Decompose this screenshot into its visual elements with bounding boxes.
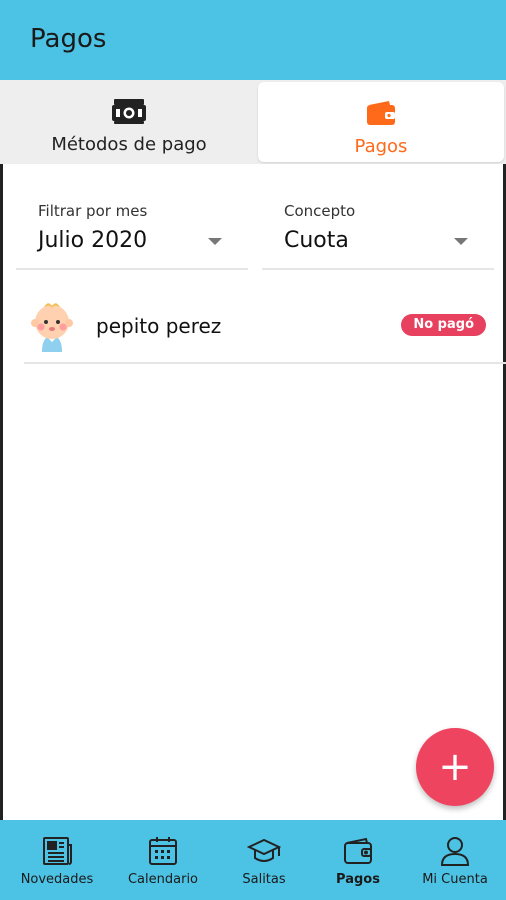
student-name: pepito perez bbox=[96, 314, 222, 338]
concept-filter-select[interactable]: Concepto Cuota bbox=[262, 200, 494, 270]
newspaper-icon bbox=[41, 834, 73, 868]
month-filter-value: Julio 2020 bbox=[38, 228, 148, 253]
wallet-icon bbox=[365, 98, 397, 128]
user-icon bbox=[439, 834, 471, 868]
dropdown-arrow-icon bbox=[208, 238, 222, 245]
month-filter-select[interactable]: Filtrar por mes Julio 2020 bbox=[16, 200, 248, 270]
plus-icon: + bbox=[438, 744, 472, 790]
tab-label: Pagos bbox=[354, 136, 408, 157]
concept-filter-value: Cuota bbox=[284, 228, 349, 253]
app-bar: Pagos bbox=[0, 0, 506, 80]
graduation-cap-icon bbox=[247, 834, 281, 868]
calendar-icon bbox=[147, 834, 179, 868]
bottom-navigation: Novedades Calendario Salitas Pagos Mi Cu… bbox=[0, 820, 506, 900]
tab-label: Métodos de pago bbox=[51, 134, 207, 155]
tab-metodos-de-pago[interactable]: Métodos de pago bbox=[4, 80, 254, 162]
nav-item-mi-cuenta[interactable]: Mi Cuenta bbox=[404, 820, 506, 900]
concept-filter-label: Concepto bbox=[284, 202, 356, 220]
tab-bar: Métodos de pago Pagos bbox=[0, 80, 506, 164]
tab-pagos[interactable]: Pagos bbox=[258, 82, 504, 162]
dropdown-arrow-icon bbox=[454, 238, 468, 245]
nav-item-salitas[interactable]: Salitas bbox=[214, 820, 314, 900]
filters-bar: Filtrar por mes Julio 2020 Concepto Cuot… bbox=[0, 164, 506, 274]
nav-item-pagos[interactable]: Pagos bbox=[308, 820, 408, 900]
month-filter-label: Filtrar por mes bbox=[38, 202, 148, 220]
wallet-icon bbox=[342, 834, 374, 868]
cash-icon bbox=[112, 96, 146, 126]
nav-item-calendario[interactable]: Calendario bbox=[112, 820, 214, 900]
nav-label: Salitas bbox=[242, 872, 286, 887]
nav-label: Pagos bbox=[336, 872, 380, 887]
baby-avatar-icon bbox=[24, 296, 80, 352]
page-title: Pagos bbox=[30, 24, 107, 54]
nav-label: Novedades bbox=[20, 872, 94, 887]
add-button[interactable]: + bbox=[416, 728, 494, 806]
status-badge: No pagó bbox=[401, 314, 486, 336]
nav-label: Mi Cuenta bbox=[422, 872, 488, 887]
nav-label: Calendario bbox=[127, 872, 199, 887]
nav-item-novedades[interactable]: Novedades bbox=[6, 820, 108, 900]
list-item[interactable]: pepito perez No pagó bbox=[24, 290, 506, 364]
